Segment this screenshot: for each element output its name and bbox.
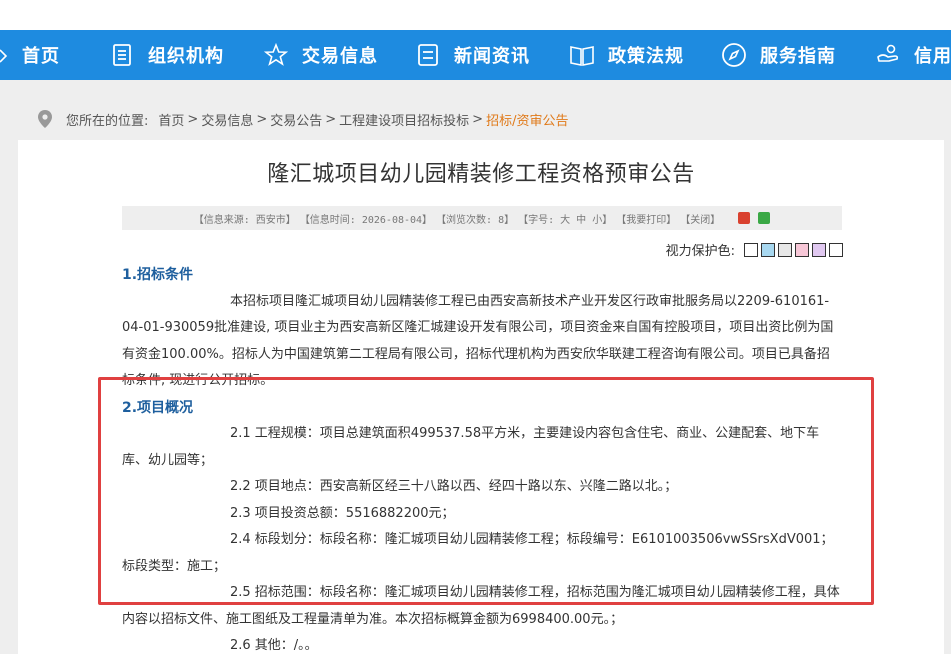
info-source: 【信息来源: 西安市】 [193,214,296,226]
wechat-share-icon[interactable] [758,212,771,224]
breadcrumb: 您所在的位置: 首页 > 交易信息 > 交易公告 > 工程建设项目招标投标 > … [38,108,568,130]
nav-item-service-guide[interactable]: 服务指南 [720,30,836,80]
section-heading: 2.项目概况 [122,399,194,416]
nav-item-policy[interactable]: 政策法规 [568,30,684,80]
weibo-share-icon[interactable] [738,212,751,224]
breadcrumb-separator: > [256,111,268,127]
paragraph-2-3: 2.3 项目投资总额：5516882200元； [230,505,455,521]
paragraph-2-5: 2.5 招标范围：标段名称：隆汇城项目幼儿园精装修工程，招标范围为隆汇城项目幼儿… [122,585,840,627]
nav-label: 组织机构 [148,46,224,67]
star-icon [262,41,290,69]
page-title: 隆汇城项目幼儿园精装修工程资格预审公告 [267,162,695,187]
compass-icon [720,41,748,69]
paragraph-2-4: 2.4 标段划分：标段名称：隆汇城项目幼儿园精装修工程；标段编号：E610100… [122,532,834,574]
nav-label: 交易信息 [302,46,378,67]
nav-label: 服务指南 [760,46,836,67]
book-icon [568,41,596,69]
font-size-switch[interactable]: 【字号: 大 中 小】 [518,211,612,226]
article-body: 1.招标条件 本招标项目隆汇城项目幼儿园精装修工程已由西安高新技术产业开发区行政… [122,262,842,660]
breadcrumb-separator: > [472,111,484,127]
document-icon [108,41,136,69]
color-swatch-pink[interactable] [795,242,809,257]
hand-icon [874,41,902,69]
nav-item-trade-info[interactable]: 交易信息 [262,30,378,80]
list-icon [414,41,442,69]
breadcrumb-item-trade-info[interactable]: 交易信息 [201,110,253,129]
nav-label: 首页 [22,46,60,67]
breadcrumb-item-home[interactable]: 首页 [158,110,184,129]
color-swatch-purple[interactable] [812,242,826,257]
nav-item-home[interactable]: 首页 [0,30,60,80]
vision-label: 视力保护色: [665,244,735,259]
color-swatch-white[interactable] [744,242,758,257]
nav-label: 政策法规 [608,46,684,67]
breadcrumb-separator: > [187,111,199,127]
nav-label: 信用 [914,46,951,67]
info-views: 【浏览次数: 8】 [436,214,515,226]
main-nav: 首页 组织机构 交易信息 新闻资讯 政策法规 服务指南 信用 [0,30,951,80]
home-icon [0,41,14,69]
paragraph-2-1: 2.1 工程规模：项目总建筑面积499537.58平方米，主要建设内容包含住宅、… [122,426,820,468]
breadcrumb-current[interactable]: 招标/资审公告 [486,110,568,129]
nav-item-organization[interactable]: 组织机构 [108,30,224,80]
color-swatch-blue[interactable] [761,242,775,257]
vision-protection-colors: 视力保护色: [666,240,843,259]
article-info-bar: 【信息来源: 西安市】 【信息时间: 2026-08-04】 【浏览次数: 8】… [122,206,842,230]
print-link[interactable]: 【我要打印】 [616,211,676,226]
breadcrumb-prefix: 您所在的位置: [66,113,149,129]
paragraph-2-6: 2.6 其他：/。。 [230,638,318,653]
nav-label: 新闻资讯 [454,46,530,67]
nav-item-news[interactable]: 新闻资讯 [414,30,530,80]
close-link[interactable]: 【关闭】 [680,211,720,226]
section-heading: 1.招标条件 [122,267,194,283]
nav-item-credit[interactable]: 信用 [874,30,951,80]
paragraph-2-2: 2.2 项目地点：西安高新区经三十八路以西、经四十路以东、兴隆二路以北。； [230,479,678,494]
color-swatch-white-2[interactable] [829,242,843,257]
breadcrumb-separator: > [325,111,337,127]
info-time: 【信息时间: 2026-08-04】 [299,214,433,226]
top-strip [0,0,951,30]
breadcrumb-item-engineering[interactable]: 工程建设项目招标投标 [339,110,469,129]
location-pin-icon [38,110,52,128]
section-paragraph: 本招标项目隆汇城项目幼儿园精装修工程已由西安高新技术产业开发区行政审批服务局以2… [122,293,834,389]
breadcrumb-item-trade-notice[interactable]: 交易公告 [270,110,322,129]
color-swatch-grey[interactable] [778,242,792,257]
